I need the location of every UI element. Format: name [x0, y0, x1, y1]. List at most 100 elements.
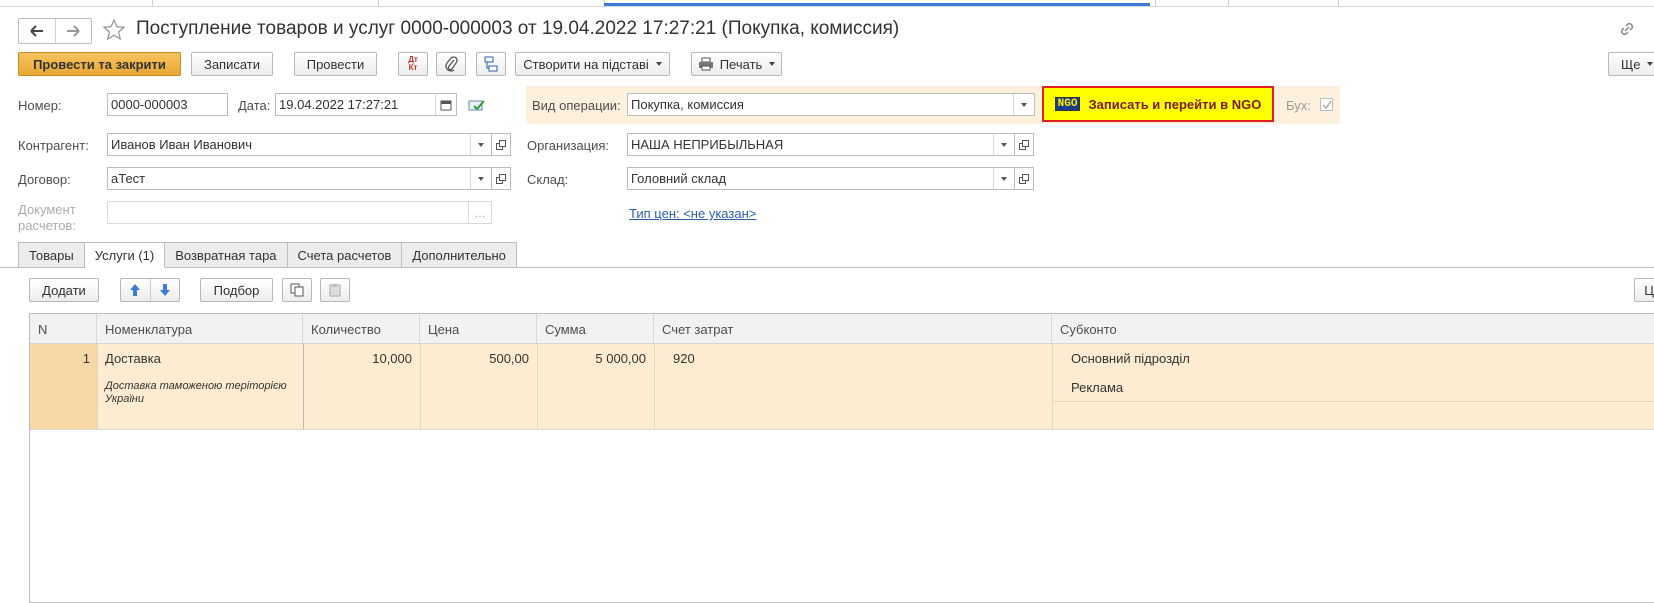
- attach-button[interactable]: [436, 52, 466, 76]
- contract-value: аТест: [111, 171, 146, 186]
- number-field[interactable]: 0000-000003: [107, 93, 228, 116]
- arrow-right-icon: [67, 25, 80, 37]
- move-up-button[interactable]: [121, 279, 151, 301]
- ngo-icon: NGO: [1054, 97, 1081, 111]
- warehouse-label: Склад:: [527, 172, 569, 187]
- selection-button[interactable]: Подбор: [200, 278, 273, 302]
- row-price[interactable]: 500,00: [420, 351, 529, 366]
- link-icon[interactable]: [1618, 20, 1636, 41]
- date-label: Дата:: [238, 98, 271, 113]
- move-down-button[interactable]: [151, 279, 180, 301]
- buh-checkbox[interactable]: [1320, 98, 1333, 111]
- save-button[interactable]: Записати: [191, 52, 273, 76]
- copy-row-button[interactable]: [282, 278, 312, 302]
- create-based-on-button[interactable]: Створити на підставі: [515, 52, 670, 76]
- row-item-desc-line2: України: [105, 393, 144, 405]
- col-header-sum[interactable]: Сумма: [537, 314, 654, 344]
- row-subconto-2[interactable]: Реклама: [1071, 380, 1123, 395]
- chevron-down-icon: [655, 62, 662, 66]
- open-contract-button[interactable]: [492, 167, 511, 190]
- arrow-left-icon: [30, 25, 43, 37]
- paperclip-icon: [445, 56, 458, 72]
- tab-returnable-packaging[interactable]: Возвратная тара: [165, 242, 288, 268]
- window-tab-divider: [1155, 0, 1156, 6]
- settlement-doc-field[interactable]: …: [107, 201, 492, 224]
- move-buttons: [120, 278, 180, 302]
- posted-status-icon: [468, 98, 486, 115]
- col-header-n[interactable]: N: [30, 314, 97, 344]
- buh-label: Бух:: [1286, 98, 1311, 113]
- open-organization-button[interactable]: [1015, 133, 1034, 156]
- tab-goods[interactable]: Товары: [18, 242, 85, 268]
- post-and-close-button[interactable]: Провести та закрити: [18, 52, 181, 76]
- organization-select[interactable]: НАША НЕПРИБЫЛЬНАЯ: [627, 133, 1015, 156]
- row-account[interactable]: 920: [673, 351, 695, 366]
- chevron-down-icon[interactable]: [993, 168, 1014, 189]
- copy-icon: [290, 283, 304, 297]
- structure-button[interactable]: [476, 52, 506, 76]
- col-divider: [654, 344, 655, 429]
- save-and-go-ngo-button[interactable]: NGO Записать и перейти в NGO: [1042, 86, 1274, 122]
- add-row-button[interactable]: Додати: [29, 278, 99, 302]
- open-icon: [496, 139, 506, 150]
- row-subconto-1[interactable]: Основний підрозділ: [1071, 351, 1190, 366]
- more-button[interactable]: Ще: [1608, 52, 1654, 76]
- favorite-star-icon[interactable]: [102, 18, 126, 45]
- organization-label: Организация:: [527, 138, 610, 153]
- contractor-select[interactable]: Иванов Иван Иванович: [107, 133, 492, 156]
- settlement-doc-label-line2: расчетов:: [18, 218, 76, 233]
- forward-button[interactable]: [54, 19, 92, 43]
- col-header-account[interactable]: Счет затрат: [654, 314, 1052, 344]
- row-sum[interactable]: 5 000,00: [537, 351, 646, 366]
- number-value: 0000-000003: [111, 97, 188, 112]
- ellipsis-icon[interactable]: …: [468, 202, 491, 223]
- number-label: Номер:: [18, 98, 62, 113]
- col-header-subconto[interactable]: Субконто: [1052, 314, 1654, 344]
- col-header-item[interactable]: Номенклатура: [97, 314, 303, 344]
- chevron-down-icon[interactable]: [1013, 94, 1034, 115]
- paste-icon: [329, 284, 341, 297]
- col-header-price[interactable]: Цена: [420, 314, 537, 344]
- table-header: N Номенклатура Количество Цена Сумма Сче…: [30, 314, 1654, 344]
- services-table: N Номенклатура Количество Цена Сумма Сче…: [29, 313, 1654, 603]
- dt-kt-button[interactable]: Дт Кт: [398, 52, 428, 76]
- arrow-down-icon: [159, 284, 170, 296]
- price-type-link[interactable]: Тип цен: <не указан>: [629, 206, 756, 221]
- date-field[interactable]: 19.04.2022 17:27:21: [275, 93, 457, 116]
- row-item[interactable]: Доставка: [105, 351, 161, 366]
- date-value: 19.04.2022 17:27:21: [279, 97, 399, 112]
- history-nav: [18, 18, 92, 44]
- page-title: Поступление товаров и услуг 0000-000003 …: [136, 18, 900, 39]
- printer-icon: [698, 57, 713, 71]
- active-window-tab[interactable]: [604, 3, 1150, 6]
- chevron-down-icon[interactable]: [993, 134, 1014, 155]
- warehouse-select[interactable]: Головний склад: [627, 167, 1015, 190]
- open-contractor-button[interactable]: [492, 133, 511, 156]
- chevron-down-icon[interactable]: [470, 134, 491, 155]
- window-tab-divider: [152, 0, 153, 6]
- tab-additional[interactable]: Дополнительно: [402, 242, 517, 268]
- more-table-button[interactable]: Ц: [1634, 278, 1654, 302]
- back-button[interactable]: [19, 19, 55, 43]
- row-qty[interactable]: 10,000: [303, 351, 412, 366]
- calendar-button[interactable]: [435, 94, 456, 115]
- post-button[interactable]: Провести: [294, 52, 377, 76]
- open-icon: [1019, 173, 1029, 184]
- col-divider: [1052, 344, 1053, 429]
- tab-services[interactable]: Услуги (1): [84, 242, 166, 268]
- open-warehouse-button[interactable]: [1015, 167, 1034, 190]
- operation-type-select[interactable]: Покупка, комиссия: [627, 93, 1035, 116]
- contract-select[interactable]: аТест: [107, 167, 492, 190]
- print-button[interactable]: Печать: [691, 52, 782, 76]
- row-n: 1: [82, 351, 90, 366]
- paste-button[interactable]: [320, 278, 350, 302]
- row-item-desc-line1: Доставка таможеною теріторією: [105, 380, 287, 392]
- chevron-down-icon[interactable]: [470, 168, 491, 189]
- col-header-qty[interactable]: Количество: [303, 314, 420, 344]
- chevron-down-icon: [769, 62, 776, 66]
- more-label: Ще: [1621, 56, 1641, 72]
- window-tab-divider: [378, 0, 379, 6]
- tab-settlement-accounts[interactable]: Счета расчетов: [287, 242, 403, 268]
- structure-icon: [484, 56, 498, 72]
- operation-type-value: Покупка, комиссия: [631, 97, 744, 112]
